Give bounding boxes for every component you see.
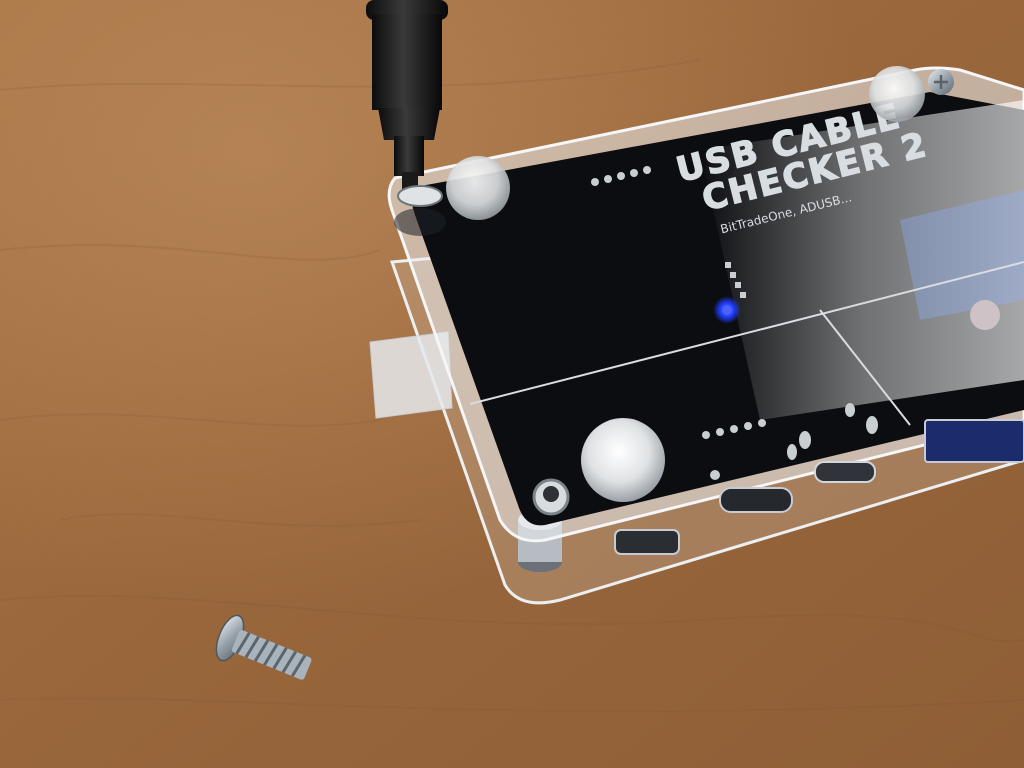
usb-c-port-2	[814, 461, 876, 483]
usb-c-port	[719, 487, 793, 513]
blue-led-core	[722, 305, 732, 315]
bumper-top-right	[869, 66, 925, 122]
photo-scene: USB CABLE CHECKER 2 BitTradeOne, ADUSB..…	[0, 0, 1024, 768]
mounting-hole-front-inner	[543, 486, 559, 502]
bumper-top-left	[446, 156, 510, 220]
usb-a-port	[924, 419, 1024, 463]
bumper-front	[581, 418, 665, 502]
board-screw-right	[970, 300, 1000, 330]
usb-micro-port	[614, 529, 680, 555]
